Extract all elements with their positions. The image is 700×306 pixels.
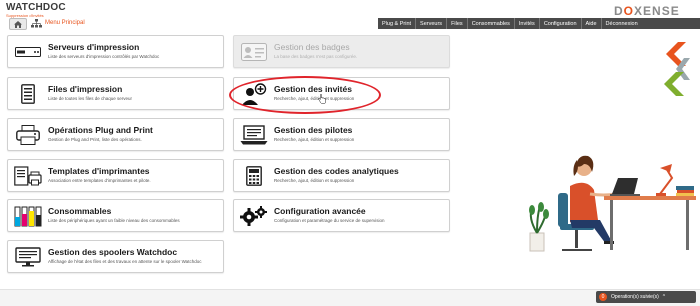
tile-print-queues[interactable]: Files d'impression Liste de toutes les f… [7, 77, 224, 110]
navigation-row: Menu Principal Plug & Print Serveurs Fil… [0, 18, 700, 30]
gears-icon [239, 204, 269, 227]
tile-analytic-codes[interactable]: Gestion des codes analytiques Recherche,… [233, 159, 450, 192]
brand-o: O [623, 4, 635, 18]
brand-suffix: XENSE [634, 4, 680, 18]
badge-icon [239, 40, 269, 63]
operations-label: Operation(s) suivie(s) [611, 294, 659, 300]
tile-description: Liste des périphériques ayant un faible … [48, 218, 180, 223]
nav-plug-print[interactable]: Plug & Print [378, 18, 415, 29]
tile-title: Consommables [48, 206, 112, 216]
tile-description: Association entre templates d'imprimante… [48, 178, 151, 183]
tile-consumables[interactable]: Consommables Liste des périphériques aya… [7, 199, 224, 232]
tile-description: Recherche, ajout, édition et suppression [274, 178, 355, 183]
tile-title: Configuration avancée [274, 206, 366, 216]
laptop-driver-icon [239, 123, 269, 146]
tile-title: Serveurs d'impression [48, 42, 140, 52]
office-worker-illustration [529, 155, 696, 252]
print-queue-icon [13, 82, 43, 105]
monitor-spooler-icon [13, 245, 43, 268]
printer-template-icon [13, 164, 43, 187]
tile-title: Files d'impression [48, 84, 123, 94]
tile-description: Liste de toutes les files de chaque serv… [48, 96, 133, 101]
tile-title: Gestion des codes analytiques [274, 166, 399, 176]
tile-title: Gestion des spoolers Watchdoc [48, 247, 178, 257]
server-icon [13, 40, 43, 63]
tile-description: Liste des serveurs d'impression contrôlé… [48, 54, 160, 59]
tile-print-servers[interactable]: Serveurs d'impression Liste des serveurs… [7, 35, 224, 68]
tile-printer-templates[interactable]: Templates d'imprimantes Association entr… [7, 159, 224, 192]
nav-help[interactable]: Aide [580, 18, 601, 29]
tile-advanced-configuration[interactable]: Configuration avancée Configuration et p… [233, 199, 450, 232]
doxense-brand: DOXENSE [614, 4, 680, 18]
tile-title: Gestion des pilotes [274, 125, 353, 135]
nav-guests[interactable]: Invités [513, 18, 539, 29]
brand-prefix: D [614, 4, 624, 18]
main-menu-label: Menu Principal [45, 20, 85, 26]
tile-title: Gestion des badges [274, 42, 350, 52]
operations-count-badge: 0 [599, 293, 607, 301]
home-icon [14, 20, 22, 28]
main-menu-button[interactable]: Menu Principal [30, 18, 100, 28]
caret-up-icon: ^ [662, 294, 666, 300]
followed-operations-indicator[interactable]: 0 Operation(s) suivie(s) ^ [596, 291, 696, 303]
nav-files[interactable]: Files [446, 18, 467, 29]
tile-plug-and-print[interactable]: Opérations Plug and Print Gestion de Plu… [7, 118, 224, 151]
tile-title: Opérations Plug and Print [48, 125, 153, 135]
nav-configuration[interactable]: Configuration [538, 18, 581, 29]
top-navbar: Plug & Print Serveurs Files Consommables… [378, 18, 700, 29]
tile-description: Configuration et paramétrage du service … [274, 218, 385, 223]
calculator-icon [239, 164, 269, 187]
footer-strip [0, 289, 700, 306]
tile-description: Gestion de Plug and Print, liste des opé… [48, 137, 142, 142]
tile-description: Recherche, ajout, édition et suppression [274, 137, 355, 142]
ink-cartridges-icon [13, 204, 43, 227]
watchdoc-logo[interactable]: WATCHDOC Suppression d'invités [6, 3, 66, 19]
tile-title: Templates d'imprimantes [48, 166, 150, 176]
home-button[interactable] [9, 18, 27, 30]
tile-drivers[interactable]: Gestion des pilotes Recherche, ajout, éd… [233, 118, 450, 151]
sitemap-icon [30, 18, 42, 28]
tile-spoolers[interactable]: Gestion des spoolers Watchdoc Affichage … [7, 240, 224, 273]
printer-icon [13, 123, 43, 146]
tile-description: Affichage de l'état des files et des tra… [48, 259, 202, 264]
highlight-ellipse [229, 76, 381, 114]
logo-text: WATCHDOC [6, 2, 66, 13]
tile-description: La base des badges n'est pas configurée. [274, 54, 358, 59]
nav-servers[interactable]: Serveurs [415, 18, 446, 29]
top-bar: WATCHDOC Suppression d'invités DOXENSE M… [0, 0, 700, 30]
hand-cursor-icon [318, 94, 326, 104]
nav-consumables[interactable]: Consommables [466, 18, 514, 29]
brand-chevrons-graphic [664, 42, 690, 96]
tile-badges: Gestion des badges La base des badges n'… [233, 35, 450, 68]
nav-logout[interactable]: Déconnexion [600, 18, 642, 29]
